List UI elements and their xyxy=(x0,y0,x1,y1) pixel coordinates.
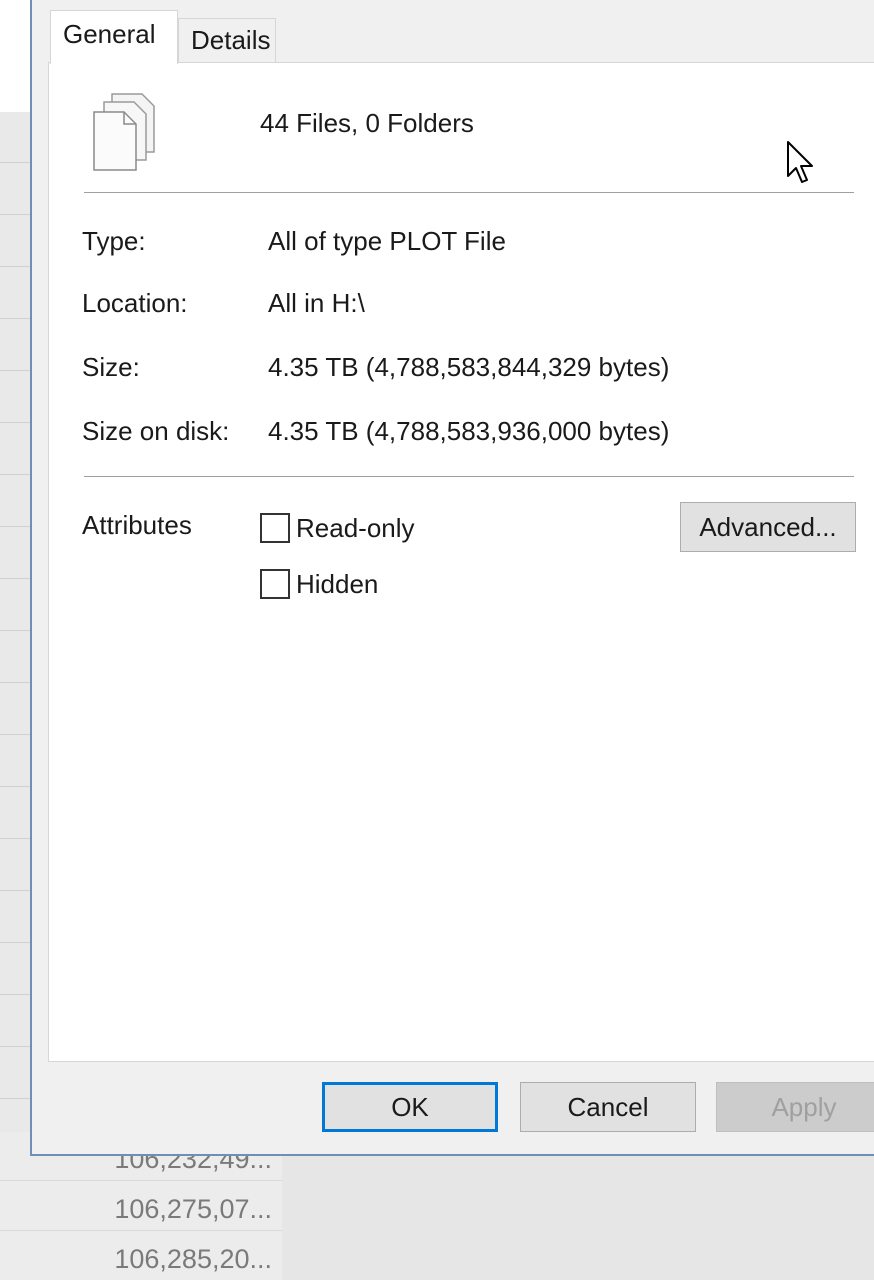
type-value: All of type PLOT File xyxy=(268,226,506,256)
hidden-checkbox-row[interactable]: Hidden xyxy=(260,568,378,600)
read-only-checkbox-row[interactable]: Read-only xyxy=(260,512,415,544)
size-on-disk-value: 4.35 TB (4,788,583,936,000 bytes) xyxy=(268,416,670,446)
hidden-label[interactable]: Hidden xyxy=(296,569,378,600)
size-label: Size: xyxy=(82,352,140,382)
list-divider xyxy=(0,1230,282,1231)
cancel-button[interactable]: Cancel xyxy=(520,1082,696,1132)
tab-general[interactable]: General xyxy=(50,10,178,64)
read-only-label[interactable]: Read-only xyxy=(296,513,415,544)
list-divider xyxy=(0,1180,282,1181)
general-tab-panel xyxy=(48,62,874,1062)
location-label: Location: xyxy=(82,288,188,318)
size-on-disk-label: Size on disk: xyxy=(82,416,230,446)
tab-details[interactable]: Details xyxy=(178,18,276,62)
separator xyxy=(84,192,854,193)
size-value: 4.35 TB (4,788,583,844,329 bytes) xyxy=(268,352,670,382)
location-value: All in H:\ xyxy=(268,288,365,318)
apply-button[interactable]: Apply xyxy=(716,1082,874,1132)
selection-summary: 44 Files, 0 Folders xyxy=(260,108,474,138)
hidden-checkbox[interactable] xyxy=(260,569,290,599)
multiple-files-icon xyxy=(93,93,155,171)
mouse-pointer-icon xyxy=(787,141,813,183)
properties-dialog: General Details 44 Files, 0 Folders Type… xyxy=(30,0,874,1156)
type-label: Type: xyxy=(82,226,146,256)
separator xyxy=(84,476,854,477)
read-only-checkbox[interactable] xyxy=(260,513,290,543)
advanced-button[interactable]: Advanced... xyxy=(680,502,856,552)
ok-button[interactable]: OK xyxy=(322,1082,498,1132)
attributes-label: Attributes xyxy=(82,510,192,540)
list-item-size: 106,275,07... xyxy=(114,1194,272,1224)
list-item-size: 106,285,20... xyxy=(114,1244,272,1274)
